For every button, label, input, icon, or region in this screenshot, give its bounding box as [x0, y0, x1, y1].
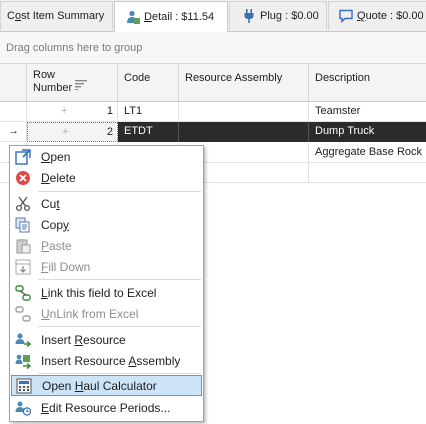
menu-item-label: Delete — [41, 170, 76, 185]
menu-item-label: Insert Resource — [41, 332, 126, 347]
column-header-resource-assembly[interactable]: Resource Assembly — [179, 64, 309, 102]
tab-label: Quote : $0.00 — [357, 10, 424, 22]
copy-icon — [14, 216, 32, 234]
menu-item-label: Open Haul Calculator — [42, 378, 157, 393]
plug-icon — [242, 9, 256, 23]
menu-item-label: Fill Down — [41, 259, 91, 274]
menu-item-paste[interactable]: Paste — [11, 235, 202, 256]
menu-item-link-excel[interactable]: Link this field to Excel — [11, 282, 202, 303]
tab-label: Cost Item Summary — [7, 10, 105, 22]
menu-item-label: Edit Resource Periods... — [41, 400, 171, 415]
cell-description[interactable] — [309, 163, 426, 183]
scissors-icon — [14, 195, 32, 213]
insert-assembly-icon — [14, 352, 32, 370]
menu-item-label: Copy — [41, 217, 70, 232]
menu-item-delete[interactable]: Delete — [11, 167, 202, 188]
menu-item-unlink-excel[interactable]: UnLink from Excel — [11, 303, 202, 324]
delete-icon — [14, 169, 32, 187]
menu-item-insert-resource[interactable]: Insert Resource — [11, 329, 202, 350]
insert-resource-icon — [14, 331, 32, 349]
tab-label: Plug : $0.00 — [260, 10, 319, 22]
tab-label: Detail : $11.54 — [144, 11, 215, 23]
cell-description[interactable]: Teamster — [309, 102, 426, 122]
column-header-row-number[interactable]: Row Number — [27, 64, 118, 102]
column-header-code[interactable]: Code — [118, 64, 179, 102]
cell-row-number[interactable]: + 2 — [27, 122, 118, 142]
cell-row-number[interactable]: + 1 — [27, 102, 118, 122]
tab-plug[interactable]: Plug : $0.00 — [229, 1, 327, 30]
menu-separator — [38, 326, 201, 327]
tab-strip: Cost Item Summary Detail : $11.54 Plug :… — [0, 0, 426, 32]
link-icon — [14, 284, 32, 302]
menu-item-label: UnLink from Excel — [41, 306, 139, 321]
menu-item-label: Link this field to Excel — [41, 285, 157, 300]
menu-separator — [38, 191, 201, 192]
current-row-arrow-icon: → — [0, 122, 27, 142]
speech-bubble-icon — [339, 9, 353, 24]
table-row-selected[interactable]: → + 2 ETDT Dump Truck — [0, 122, 426, 142]
calculator-icon — [15, 377, 33, 395]
sort-icon — [75, 80, 87, 93]
menu-item-edit-resource-periods[interactable]: Edit Resource Periods... — [11, 397, 202, 418]
tab-cost-item-summary[interactable]: Cost Item Summary — [0, 1, 113, 30]
row-indicator — [0, 102, 27, 122]
paste-icon — [14, 237, 32, 255]
worker-icon — [126, 10, 140, 24]
row-indicator-header — [0, 64, 27, 102]
menu-item-open-haul-calculator[interactable]: Open Haul Calculator — [11, 375, 202, 396]
cell-code[interactable]: LT1 — [118, 102, 179, 122]
cell-description[interactable]: Aggregate Base Rock — [309, 143, 426, 163]
plus-icon: + — [61, 105, 68, 117]
fill-down-icon — [14, 258, 32, 276]
column-header-description[interactable]: Description — [309, 64, 426, 102]
column-header-label: Code — [124, 72, 151, 84]
menu-separator — [38, 373, 201, 374]
plus-icon: + — [62, 126, 69, 138]
menu-item-copy[interactable]: Copy — [11, 214, 202, 235]
tab-quote[interactable]: Quote : $0.00 — [328, 1, 426, 30]
table-row[interactable]: + 1 LT1 Teamster — [0, 102, 426, 122]
menu-item-insert-resource-assembly[interactable]: Insert Resource Assembly — [11, 350, 202, 371]
column-header-label: Description — [315, 72, 371, 84]
menu-separator — [38, 279, 201, 280]
periods-icon — [14, 399, 32, 417]
menu-item-cut[interactable]: Cut — [11, 193, 202, 214]
cell-resource-assembly[interactable] — [179, 122, 309, 142]
context-menu: Open Delete Cut Copy Paste Fill Down Lin… — [9, 145, 204, 422]
unlink-icon — [14, 305, 32, 323]
cell-code[interactable]: ETDT — [118, 122, 179, 142]
group-by-panel[interactable]: Drag columns here to group — [0, 32, 426, 64]
menu-item-label: Paste — [41, 238, 72, 253]
menu-item-label: Open — [41, 149, 71, 164]
column-header-label: Resource Assembly — [185, 72, 283, 84]
column-header-label: Row Number — [33, 69, 73, 94]
group-panel-hint: Drag columns here to group — [6, 42, 143, 54]
menu-item-label: Insert Resource Assembly — [41, 353, 181, 368]
cell-description[interactable]: Dump Truck — [309, 122, 426, 142]
menu-item-open[interactable]: Open — [11, 146, 202, 167]
menu-item-label: Cut — [41, 196, 60, 211]
tab-detail[interactable]: Detail : $11.54 — [114, 1, 228, 32]
open-icon — [14, 148, 32, 166]
menu-item-fill-down[interactable]: Fill Down — [11, 256, 202, 277]
grid-header: Row Number Code Resource Assembly Descri… — [0, 64, 426, 102]
cell-resource-assembly[interactable] — [179, 102, 309, 122]
